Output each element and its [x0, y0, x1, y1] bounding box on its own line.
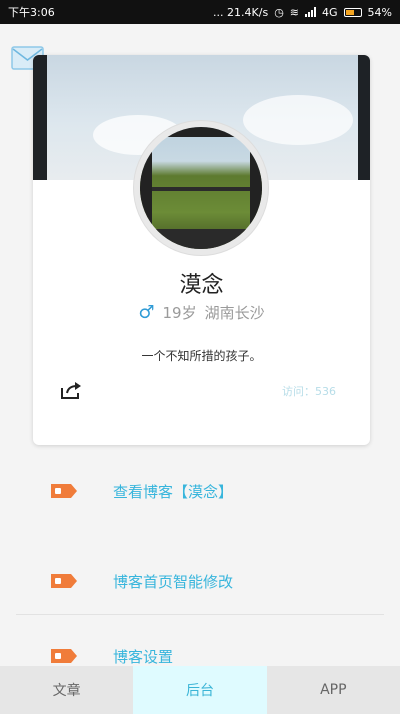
signal-icon	[305, 7, 317, 17]
menu-item-homepage-edit[interactable]: 博客首页智能修改	[0, 559, 400, 603]
tag-icon	[51, 649, 77, 663]
profile-card: 漠念 ♂ 19岁 湖南长沙 一个不知所措的孩子。 访问：536	[33, 55, 370, 445]
divider	[16, 614, 384, 615]
male-icon: ♂	[138, 302, 155, 323]
bottom-nav: 文章 后台 APP	[0, 666, 400, 714]
tag-icon	[51, 574, 77, 588]
status-time: 下午3:06	[8, 6, 55, 19]
wifi-icon: ≋	[289, 5, 300, 19]
visit-count: 访问：536	[282, 385, 336, 398]
alarm-icon: ◷	[274, 5, 284, 19]
menu-item-label: 博客设置	[113, 647, 174, 666]
tab-app[interactable]: APP	[267, 666, 400, 714]
network-type: 4G	[322, 5, 338, 19]
tab-articles[interactable]: 文章	[0, 666, 133, 714]
menu-item-label: 查看博客【漠念】	[113, 482, 234, 501]
status-bar: 下午3:06 ... 21.4K/s ◷ ≋ 4G 54%	[0, 0, 400, 24]
menu-item-label: 博客首页智能修改	[113, 572, 234, 591]
network-speed: ... 21.4K/s	[213, 5, 269, 19]
battery-icon	[343, 7, 362, 17]
avatar[interactable]	[134, 121, 268, 255]
menu-item-view-blog[interactable]: 查看博客【漠念】	[0, 469, 400, 513]
profile-age: 19岁	[162, 304, 197, 322]
profile-location: 湖南长沙	[204, 304, 265, 322]
tab-backend[interactable]: 后台	[133, 666, 267, 714]
battery-percent: 54%	[367, 5, 392, 19]
profile-meta: ♂ 19岁 湖南长沙	[33, 302, 370, 323]
status-indicators: ... 21.4K/s ◷ ≋ 4G 54%	[213, 6, 392, 19]
profile-bio: 一个不知所措的孩子。	[141, 349, 262, 363]
profile-name: 漠念	[179, 273, 224, 298]
share-icon[interactable]	[60, 380, 82, 400]
tag-icon	[51, 484, 77, 498]
